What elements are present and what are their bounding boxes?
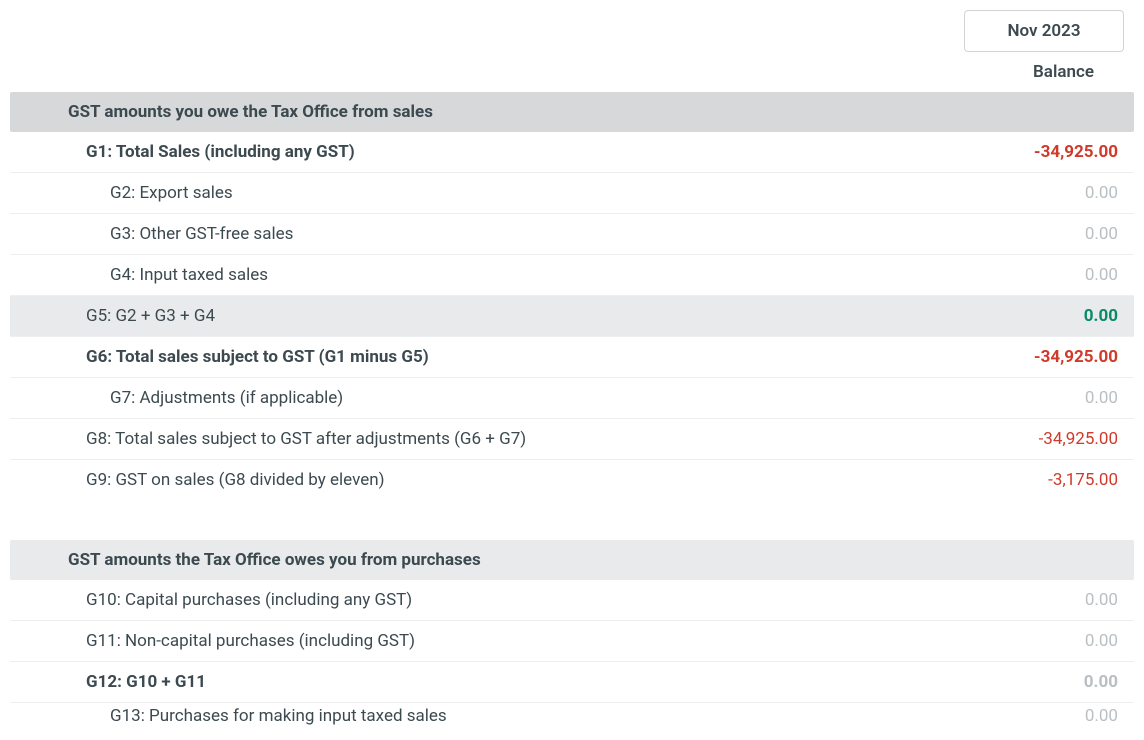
row-g5-value: 0.00 (984, 306, 1124, 326)
row-g2-label: G2: Export sales (110, 183, 984, 203)
row-g6-value: -34,925.00 (984, 347, 1124, 367)
row-g8-label: G8: Total sales subject to GST after adj… (86, 429, 984, 449)
row-g11-value: 0.00 (984, 631, 1124, 651)
row-g6: G6: Total sales subject to GST (G1 minus… (10, 337, 1134, 378)
row-g4: G4: Input taxed sales 0.00 (10, 255, 1134, 296)
row-g4-value: 0.00 (984, 265, 1124, 285)
row-g1-value: -34,925.00 (984, 142, 1124, 162)
balance-label: Balance (1033, 62, 1094, 82)
section2-header: GST amounts the Tax Office owes you from… (10, 540, 1134, 580)
row-g9: G9: GST on sales (G8 divided by eleven) … (10, 460, 1134, 500)
report-container: Nov 2023 Balance GST amounts you owe the… (0, 0, 1144, 738)
row-g2-value: 0.00 (984, 183, 1124, 203)
row-g9-label: G9: GST on sales (G8 divided by eleven) (86, 470, 984, 490)
row-g5-label: G5: G2 + G3 + G4 (86, 306, 984, 326)
row-g3: G3: Other GST-free sales 0.00 (10, 214, 1134, 255)
row-g13: G13: Purchases for making input taxed sa… (10, 703, 1134, 728)
row-g11: G11: Non-capital purchases (including GS… (10, 621, 1134, 662)
row-g10: G10: Capital purchases (including any GS… (10, 580, 1134, 621)
row-g7-label: G7: Adjustments (if applicable) (110, 388, 984, 408)
section1-header: GST amounts you owe the Tax Office from … (10, 92, 1134, 132)
row-g13-value: 0.00 (984, 706, 1124, 726)
row-g10-value: 0.00 (984, 590, 1124, 610)
row-g6-label: G6: Total sales subject to GST (G1 minus… (86, 347, 984, 367)
row-g4-label: G4: Input taxed sales (110, 265, 984, 285)
section-gap (10, 500, 1134, 540)
row-g13-label: G13: Purchases for making input taxed sa… (110, 706, 984, 726)
row-g11-label: G11: Non-capital purchases (including GS… (86, 631, 984, 651)
row-g8-value: -34,925.00 (984, 429, 1124, 449)
row-g1-label: G1: Total Sales (including any GST) (86, 142, 984, 162)
row-g7-value: 0.00 (984, 388, 1124, 408)
balance-header-row: Balance (10, 52, 1134, 92)
row-g10-label: G10: Capital purchases (including any GS… (86, 590, 984, 610)
row-g12-value: 0.00 (984, 672, 1124, 692)
row-g5: G5: G2 + G3 + G4 0.00 (10, 296, 1134, 337)
row-g9-value: -3,175.00 (984, 470, 1124, 490)
period-selector[interactable]: Nov 2023 (964, 10, 1124, 52)
row-g2: G2: Export sales 0.00 (10, 173, 1134, 214)
row-g3-value: 0.00 (984, 224, 1124, 244)
row-g12-label: G12: G10 + G11 (86, 672, 984, 692)
row-g8: G8: Total sales subject to GST after adj… (10, 419, 1134, 460)
row-g3-label: G3: Other GST-free sales (110, 224, 984, 244)
row-g12: G12: G10 + G11 0.00 (10, 662, 1134, 703)
header-row: Nov 2023 (10, 10, 1134, 52)
row-g7: G7: Adjustments (if applicable) 0.00 (10, 378, 1134, 419)
row-g1: G1: Total Sales (including any GST) -34,… (10, 132, 1134, 173)
